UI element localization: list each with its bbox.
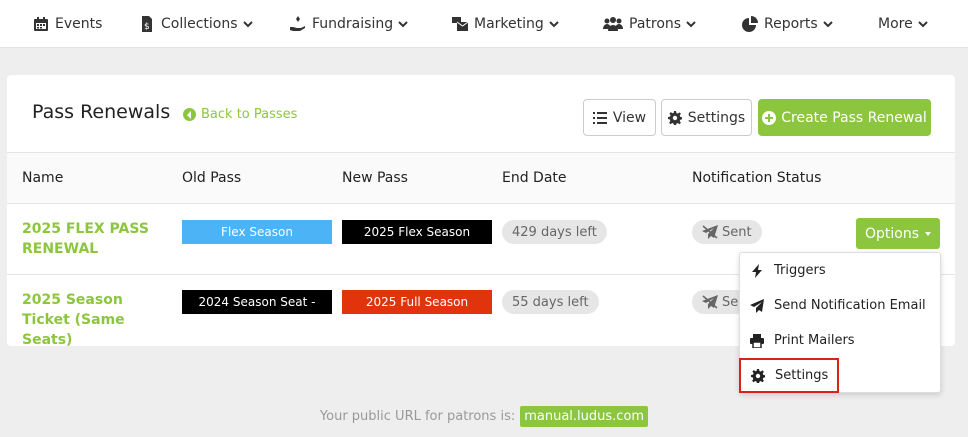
menu-item-send-notification-email[interactable]: Send Notification Email <box>740 288 940 323</box>
options-dropdown-menu: Triggers Send Notification Email Print M… <box>739 252 941 393</box>
nav-more-label: More <box>878 16 913 32</box>
settings-button[interactable]: Settings <box>661 99 752 136</box>
end-date-label: 55 days left <box>512 294 589 310</box>
create-pass-renewal-button[interactable]: Create Pass Renewal <box>758 99 931 136</box>
notification-status-label: Sent <box>722 224 752 240</box>
gear-icon <box>751 368 765 383</box>
chevron-down-icon <box>549 21 559 28</box>
column-header-notification-status: Notification Status <box>692 170 822 186</box>
old-pass-badge: Flex Season <box>182 220 332 244</box>
public-url-link[interactable]: manual.ludus.com <box>520 406 649 427</box>
chevron-down-icon <box>398 21 408 28</box>
end-date-badge: 55 days left <box>502 290 599 314</box>
page-title: Pass Renewals <box>32 101 171 123</box>
public-url-text: Your public URL for patrons is: <box>319 409 516 424</box>
plus-circle-icon <box>762 110 777 125</box>
column-header-new-pass: New Pass <box>342 170 408 186</box>
menu-item-send-notification-email-label: Send Notification Email <box>774 298 926 313</box>
nav-events[interactable]: Events <box>33 0 102 48</box>
users-icon <box>603 17 623 31</box>
caret-down-icon <box>925 231 932 236</box>
gear-icon <box>667 110 682 125</box>
mail-bulk-icon <box>452 17 468 31</box>
notification-status-badge: Sent <box>692 220 762 244</box>
create-pass-renewal-label: Create Pass Renewal <box>781 109 927 126</box>
view-button[interactable]: View <box>583 99 656 136</box>
menu-item-settings[interactable]: Settings <box>739 358 839 393</box>
chevron-down-icon <box>822 21 833 28</box>
old-pass-badge: 2024 Season Seat - <box>182 290 332 314</box>
top-navigation: Events $ Collections Fundraising Marketi… <box>0 0 968 48</box>
pass-renewal-name-link[interactable]: 2025 Season Ticket (Same Seats) <box>22 290 172 350</box>
end-date-badge: 429 days left <box>502 220 607 244</box>
nav-collections[interactable]: $ Collections <box>139 0 254 48</box>
nav-events-label: Events <box>55 16 103 32</box>
column-header-end-date: End Date <box>502 170 567 186</box>
chevron-down-icon <box>686 21 696 28</box>
new-pass-badge: 2025 Flex Season <box>342 220 492 244</box>
view-button-label: View <box>612 109 647 126</box>
paper-plane-slash-icon <box>702 225 718 239</box>
paper-plane-slash-icon <box>702 295 718 309</box>
back-to-passes-link[interactable]: Back to Passes <box>183 107 297 122</box>
public-url-footer: Your public URL for patrons is: manual.l… <box>0 406 968 427</box>
nav-collections-label: Collections <box>161 16 238 32</box>
nav-fundraising-label: Fundraising <box>312 16 394 32</box>
column-header-old-pass: Old Pass <box>182 170 242 186</box>
new-pass-badge: 2025 Full Season <box>342 290 492 314</box>
calendar-icon <box>34 17 48 31</box>
nav-more[interactable]: More <box>878 0 929 48</box>
options-button-label: Options <box>864 225 920 242</box>
menu-item-print-mailers[interactable]: Print Mailers <box>740 323 940 358</box>
menu-item-triggers[interactable]: Triggers <box>740 253 940 288</box>
nav-reports-label: Reports <box>764 16 818 32</box>
settings-button-label: Settings <box>687 109 746 126</box>
nav-marketing[interactable]: Marketing <box>452 0 560 48</box>
table-header: Name Old Pass New Pass End Date Notifica… <box>7 152 955 204</box>
printer-icon <box>750 333 764 348</box>
menu-item-settings-label: Settings <box>775 368 829 383</box>
nav-patrons-label: Patrons <box>629 16 682 32</box>
list-icon <box>592 111 607 124</box>
paper-plane-icon <box>750 298 764 313</box>
nav-marketing-label: Marketing <box>474 16 544 32</box>
document-dollar-icon: $ <box>142 16 152 32</box>
pass-renewal-name-link[interactable]: 2025 FLEX PASS RENEWAL <box>22 219 172 259</box>
chevron-down-icon <box>242 21 253 28</box>
chevron-down-icon <box>918 21 928 28</box>
svg-text:$: $ <box>144 22 150 32</box>
menu-item-print-mailers-label: Print Mailers <box>774 333 855 348</box>
menu-item-triggers-label: Triggers <box>774 263 826 278</box>
end-date-label: 429 days left <box>512 224 597 240</box>
pie-chart-icon <box>742 16 758 32</box>
nav-reports[interactable]: Reports <box>742 0 834 48</box>
bolt-icon <box>752 263 762 278</box>
nav-patrons[interactable]: Patrons <box>603 0 697 48</box>
notification-status-label: Se <box>722 294 739 310</box>
arrow-left-circle-icon <box>183 108 196 121</box>
nav-fundraising[interactable]: Fundraising <box>290 0 409 48</box>
column-header-name: Name <box>22 170 64 186</box>
back-to-passes-label: Back to Passes <box>201 107 298 122</box>
hand-donate-icon <box>290 16 305 31</box>
options-dropdown-button[interactable]: Options <box>856 218 940 249</box>
